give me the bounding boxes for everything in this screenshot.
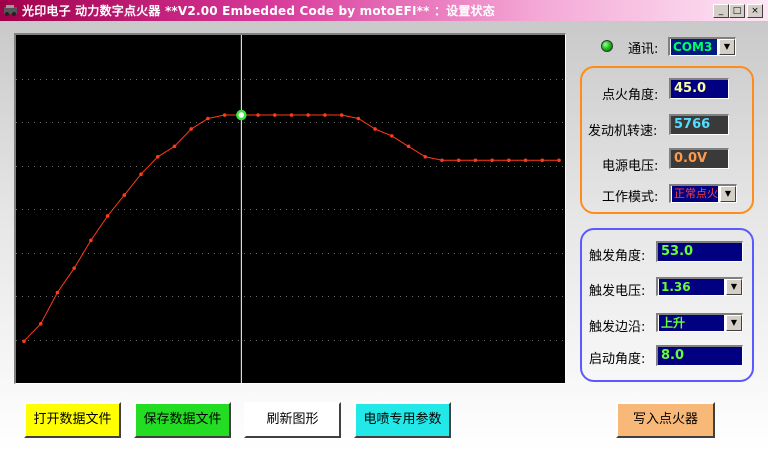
- minimize-button[interactable]: _: [713, 4, 729, 18]
- data-point[interactable]: [339, 113, 344, 117]
- data-point[interactable]: [323, 113, 327, 117]
- data-point[interactable]: [189, 127, 193, 131]
- data-point[interactable]: [373, 127, 377, 131]
- work-mode-select[interactable]: 正常点火 ▼: [669, 184, 737, 203]
- chart-canvas: [16, 35, 565, 383]
- trigger-voltage-value: 1.36: [659, 279, 724, 295]
- data-point[interactable]: [523, 158, 528, 163]
- dropdown-arrow-icon[interactable]: ▼: [719, 39, 735, 55]
- work-mode-value: 正常点火: [672, 186, 718, 202]
- refresh-chart-button[interactable]: 刷新图形: [244, 402, 341, 438]
- data-point[interactable]: [256, 113, 260, 117]
- data-point[interactable]: [222, 113, 227, 117]
- data-point[interactable]: [557, 158, 561, 163]
- data-point[interactable]: [89, 238, 93, 243]
- connection-status-icon: [601, 40, 613, 52]
- trigger-edge-select[interactable]: 上升 ▼: [656, 313, 743, 332]
- dropdown-arrow-icon[interactable]: ▼: [720, 186, 736, 202]
- data-point[interactable]: [456, 158, 461, 163]
- trigger-angle-field[interactable]: 53.0: [656, 241, 743, 262]
- data-point[interactable]: [507, 158, 511, 163]
- maximize-button[interactable]: □: [729, 4, 745, 18]
- data-point[interactable]: [206, 116, 210, 121]
- data-point[interactable]: [490, 158, 494, 163]
- supply-voltage-label: 电源电压:: [602, 159, 659, 174]
- data-point[interactable]: [72, 266, 76, 270]
- dropdown-arrow-icon[interactable]: ▼: [726, 315, 742, 331]
- window-title: 光印电子 动力数字点火器 **V2.00 Embedded Code by mo…: [22, 4, 495, 18]
- data-point[interactable]: [440, 158, 444, 163]
- app-icon: [4, 5, 17, 16]
- engine-rpm-label: 发动机转速:: [588, 124, 658, 139]
- data-point[interactable]: [356, 116, 361, 121]
- data-point[interactable]: [38, 322, 43, 326]
- trigger-edge-value: 上升: [659, 315, 724, 331]
- ignition-curve-chart[interactable]: [14, 33, 566, 384]
- injector-params-button[interactable]: 电喷专用参数: [354, 402, 451, 438]
- trigger-voltage-label: 触发电压:: [589, 284, 646, 299]
- start-angle-field[interactable]: 8.0: [656, 345, 743, 366]
- selected-point[interactable]: [236, 109, 247, 121]
- data-point[interactable]: [105, 214, 110, 218]
- engine-rpm-field: 5766: [669, 114, 729, 135]
- dropdown-arrow-icon[interactable]: ▼: [726, 279, 742, 295]
- data-point[interactable]: [155, 155, 160, 159]
- data-point[interactable]: [122, 193, 127, 197]
- comm-label: 通讯:: [628, 42, 659, 57]
- ignition-angle-field: 45.0: [669, 78, 729, 99]
- save-data-file-button[interactable]: 保存数据文件: [134, 402, 231, 438]
- data-point[interactable]: [55, 290, 60, 295]
- data-point[interactable]: [423, 155, 428, 159]
- trigger-angle-label: 触发角度:: [589, 249, 646, 264]
- work-mode-label: 工作模式:: [602, 190, 659, 205]
- write-igniter-button[interactable]: 写入点火器: [616, 402, 715, 438]
- data-point[interactable]: [406, 144, 411, 149]
- ignition-angle-label: 点火角度:: [602, 88, 659, 103]
- com-port-value: COM3: [671, 39, 717, 55]
- title-bar: 光印电子 动力数字点火器 **V2.00 Embedded Code by mo…: [0, 0, 768, 21]
- open-data-file-button[interactable]: 打开数据文件: [24, 402, 121, 438]
- data-point[interactable]: [272, 113, 277, 117]
- trigger-voltage-select[interactable]: 1.36 ▼: [656, 277, 743, 296]
- data-point[interactable]: [172, 144, 177, 149]
- data-point[interactable]: [540, 158, 545, 163]
- trigger-edge-label: 触发边沿:: [589, 320, 646, 335]
- data-point[interactable]: [289, 113, 294, 117]
- com-port-select[interactable]: COM3 ▼: [668, 37, 736, 56]
- close-button[interactable]: ×: [747, 4, 763, 18]
- series-line: [23, 114, 559, 342]
- data-point[interactable]: [390, 134, 394, 138]
- supply-voltage-field: 0.0V: [669, 148, 729, 169]
- start-angle-label: 启动角度:: [589, 352, 646, 367]
- data-point[interactable]: [22, 339, 26, 344]
- data-point[interactable]: [306, 113, 311, 117]
- data-point[interactable]: [473, 158, 478, 163]
- data-point[interactable]: [139, 172, 143, 176]
